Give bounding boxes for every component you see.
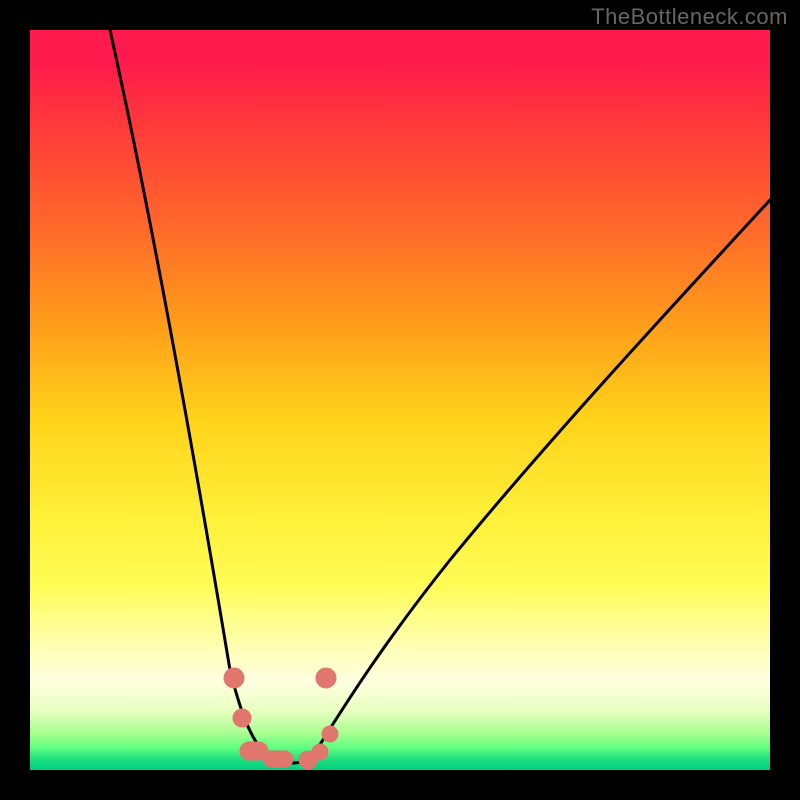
data-marker: [322, 726, 338, 742]
chart-frame: TheBottleneck.com: [0, 0, 800, 800]
plot-area: [30, 30, 770, 770]
data-marker: [312, 744, 328, 760]
curve-layer: [30, 30, 770, 770]
data-marker: [224, 668, 244, 688]
curve-right: [310, 200, 770, 760]
curve-left: [110, 30, 270, 760]
data-marker: [263, 751, 293, 767]
data-marker: [316, 668, 336, 688]
data-marker: [233, 709, 251, 727]
watermark-text: TheBottleneck.com: [591, 4, 788, 30]
